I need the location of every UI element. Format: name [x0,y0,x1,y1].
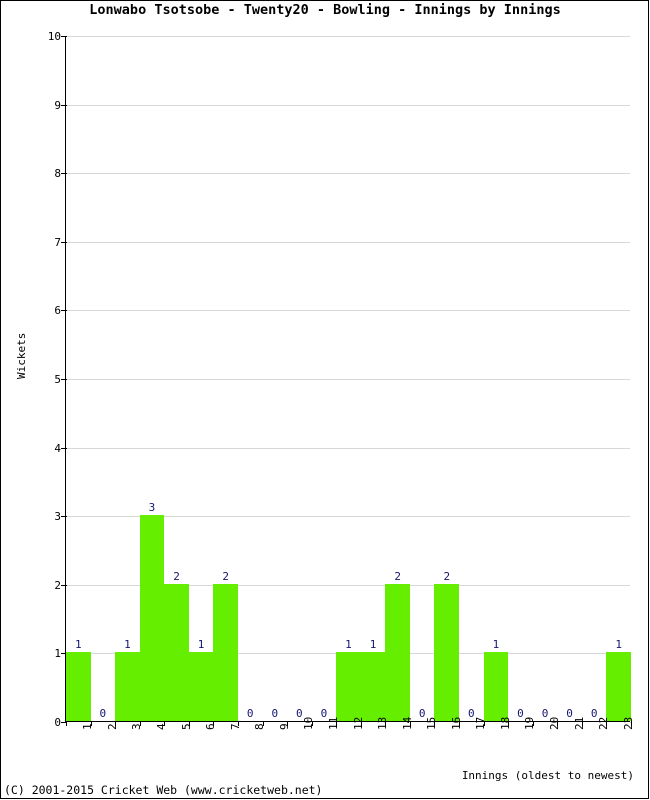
y-axis-tick [61,584,67,586]
bar [115,652,140,721]
x-axis-tick-label: 1 [81,723,95,730]
bar-value-label: 1 [492,638,500,652]
bar [360,652,386,721]
bar [385,583,410,721]
x-axis-tick-label: 2 [105,723,119,730]
y-axis-tick [61,104,67,106]
bar-value-label: 3 [148,501,156,515]
y-axis-tick-label: 5 [54,373,61,386]
y-axis-tick [61,516,67,518]
x-axis-tick-label: 21 [572,716,586,730]
y-axis-tick-label: 9 [54,98,61,112]
bar [139,515,165,721]
bar-value-label: 1 [369,638,377,652]
y-axis-tick-label: 8 [54,167,61,181]
x-axis-tick-label: 20 [548,716,562,730]
gridline [66,104,630,106]
gridline [66,241,630,243]
y-axis-tick-label: 1 [54,647,61,661]
bar [164,583,189,721]
x-axis-tick-label: 23 [621,716,635,730]
y-axis-tick-label: 0 [54,716,61,729]
y-axis-tick-label: 4 [54,441,61,455]
y-axis-tick [61,379,67,380]
y-axis-tick [61,36,67,37]
gridline [66,173,630,175]
x-axis-tick-label: 9 [277,723,291,730]
chart-title: Lonwabo Tsotsobe - Twenty20 - Bowling - … [89,2,561,18]
x-axis-tick-label: 15 [425,716,439,730]
gridline [66,447,630,449]
y-axis-title: Wickets [15,332,28,379]
bar [213,583,238,721]
bar-value-label: 1 [345,638,352,652]
x-axis-title: Innings (oldest to newest) [461,769,634,782]
y-axis-tick [61,447,67,449]
x-axis-tick-label: 14 [400,716,414,730]
x-axis-tick-label: 4 [154,723,168,730]
y-axis-tick-label: 7 [54,235,61,249]
x-axis-tick-label: 22 [597,716,611,730]
bar-value-label: 0 [99,707,107,720]
y-axis-tick-label: 10 [47,30,61,43]
bar [606,652,631,721]
bar-value-label: 0 [271,707,279,720]
bar-value-label: 2 [394,569,401,583]
gridline [66,36,630,37]
bar-value-label: 1 [74,638,82,652]
x-axis-tick-label: 16 [449,716,463,730]
y-axis-tick-label: 6 [54,304,61,318]
bar-value-label: 0 [246,707,254,720]
bar [66,652,91,721]
bar [483,652,509,721]
y-axis-tick-label: 3 [54,510,61,524]
bar-value-label: 2 [443,569,451,583]
x-axis-tick-label: 19 [523,716,537,730]
x-axis-tick-label: 6 [204,723,218,730]
gridline [66,310,630,312]
x-axis-tick-label: 3 [130,723,144,730]
y-axis-tick [61,310,67,312]
y-axis-tick-label: 2 [54,578,61,592]
y-axis-tick [61,241,67,243]
x-axis-tick-label: 12 [351,716,365,730]
bar-value-label: 1 [615,638,623,652]
x-axis-tick-label: 13 [376,716,390,730]
bar-value-label: 2 [222,569,229,583]
x-axis-tick-label: 11 [326,716,340,730]
bar [336,652,361,721]
x-axis-tick-label: 8 [253,723,267,730]
bar-value-label: 1 [197,638,205,652]
gridline [66,379,630,380]
x-axis-tick-label: 5 [179,723,193,730]
bar [434,583,460,721]
x-axis-tick-label: 17 [474,716,488,730]
bar-value-label: 2 [173,569,180,583]
bar-value-label: 1 [124,638,131,652]
bar [188,652,214,721]
y-axis-tick [61,173,67,175]
x-axis-tick-label: 18 [498,716,512,730]
x-axis-tick-label: 7 [228,723,242,730]
footer-copyright: (C) 2001-2015 Cricket Web (www.cricketwe… [4,783,323,797]
x-axis-tick-label: 10 [302,716,316,730]
plot-area: 10132120000112020100001 [61,36,632,726]
x-axis-tick [66,721,67,726]
